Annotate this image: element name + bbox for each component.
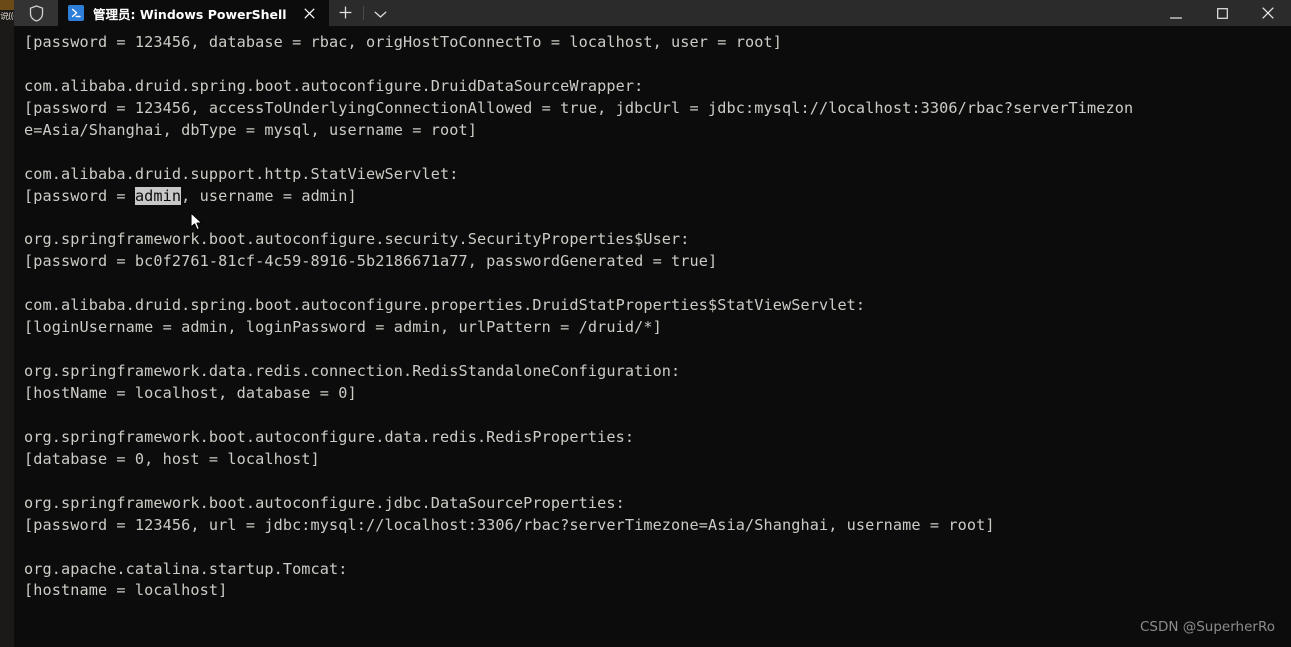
terminal-line: [password = 123456, url = jdbc:mysql://l…	[24, 515, 995, 534]
close-window-button[interactable]	[1245, 0, 1291, 26]
terminal-text: [password =	[24, 186, 135, 205]
terminal-line: com.alibaba.druid.support.http.StatViewS…	[24, 164, 459, 183]
tab-powershell[interactable]: 管理员: Windows PowerShell	[58, 0, 329, 26]
tab-actions	[328, 0, 398, 26]
terminal-window: 管理员: Windows PowerShell [password = 1234…	[14, 0, 1291, 647]
terminal-line: org.springframework.data.redis.connectio…	[24, 362, 681, 381]
terminal-line: org.springframework.boot.autoconfigure.d…	[24, 427, 635, 446]
close-tab-icon[interactable]	[297, 1, 323, 25]
terminal-line: com.alibaba.druid.spring.boot.autoconfig…	[24, 296, 866, 315]
terminal-line: [loginUsername = admin, loginPassword = …	[24, 318, 662, 337]
chevron-down-icon	[374, 4, 387, 23]
background-window-titlebar-strip	[0, 0, 14, 10]
background-window-sliver: 说(((	[0, 0, 14, 647]
tab-dropdown-button[interactable]	[364, 0, 398, 26]
terminal-line: [hostName = localhost, database = 0]	[24, 384, 357, 402]
terminal-line: [password = 123456, database = rbac, ori…	[24, 33, 782, 51]
minimize-icon	[1170, 4, 1182, 23]
titlebar-drag-area	[397, 0, 1153, 26]
terminal-line: com.alibaba.druid.spring.boot.autoconfig…	[24, 76, 644, 95]
terminal-lines: [password = 123456, database = rbac, ori…	[24, 32, 1291, 602]
terminal-line: [password = bc0f2761-81cf-4c59-8916-5b21…	[24, 252, 718, 271]
minimize-button[interactable]	[1153, 0, 1199, 26]
window-controls	[1153, 0, 1291, 26]
csdn-watermark: CSDN @SuperherRo	[1139, 619, 1275, 635]
terminal-line: [password = admin, username = admin]	[24, 186, 1291, 208]
terminal-line: org.springframework.boot.autoconfigure.s…	[24, 230, 690, 249]
terminal-line: [password = 123456, accessToUnderlyingCo…	[24, 98, 1134, 117]
shield-icon	[29, 4, 44, 22]
plus-icon	[339, 4, 352, 23]
terminal-output[interactable]: [password = 123456, database = rbac, ori…	[14, 26, 1291, 647]
terminal-line: org.springframework.boot.autoconfigure.j…	[24, 493, 625, 512]
title-bar: 管理员: Windows PowerShell	[14, 0, 1291, 26]
terminal-line: [database = 0, host = localhost]	[24, 449, 320, 468]
tab-title: 管理员: Windows PowerShell	[93, 6, 287, 22]
terminal-line: org.apache.catalina.startup.Tomcat:	[24, 559, 348, 578]
maximize-button[interactable]	[1199, 0, 1245, 26]
selected-text[interactable]: admin	[134, 186, 182, 205]
close-icon	[1262, 4, 1274, 23]
background-window-text: 说(((	[0, 12, 14, 22]
terminal-line: [hostname = localhost]	[24, 581, 228, 600]
shield-button[interactable]	[14, 0, 58, 26]
maximize-icon	[1216, 4, 1228, 23]
terminal-text: , username = admin]	[181, 186, 357, 205]
powershell-icon	[68, 5, 84, 21]
terminal-line: e=Asia/Shanghai, dbType = mysql, usernam…	[24, 120, 477, 139]
new-tab-button[interactable]	[329, 0, 363, 26]
